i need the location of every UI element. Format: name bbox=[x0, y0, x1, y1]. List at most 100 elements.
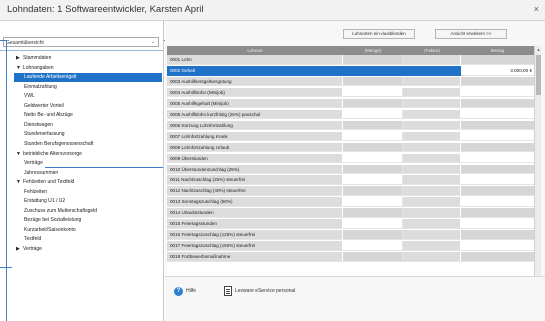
cell-faktor[interactable] bbox=[403, 76, 461, 87]
help-icon[interactable]: ? bbox=[174, 287, 183, 296]
collapsed-arrow-icon[interactable]: ▶ bbox=[16, 54, 20, 63]
eservice-link[interactable]: Lexware eService personal bbox=[235, 288, 295, 294]
table-row[interactable]: 0008 Lohnfortzahlung Urlaub bbox=[167, 142, 534, 153]
cell-betrag[interactable] bbox=[461, 55, 534, 65]
sidebar-item[interactable]: Dienstwagen bbox=[0, 121, 162, 130]
cell-betrag[interactable] bbox=[461, 164, 534, 175]
cell-menge[interactable] bbox=[343, 87, 403, 98]
cell-lohnart[interactable]: 0015 Feiertagsstunden bbox=[167, 219, 343, 229]
cell-menge[interactable] bbox=[343, 252, 403, 262]
cell-lohnart[interactable]: 0007 Lohnfortzahlung Krank bbox=[167, 131, 343, 142]
cell-faktor[interactable] bbox=[403, 230, 461, 240]
table-row[interactable]: 0015 Feiertagsstunden bbox=[167, 219, 534, 229]
table-row[interactable]: 0005 Aushilfsgehalt (Minijob) bbox=[167, 98, 534, 109]
document-icon[interactable] bbox=[224, 286, 232, 296]
cell-menge[interactable] bbox=[343, 142, 403, 153]
cell-lohnart[interactable]: 0018 Fortbewerbsmaßnahme bbox=[167, 252, 343, 262]
table-row[interactable]: 0009 Überstunden bbox=[167, 153, 534, 164]
cell-faktor[interactable] bbox=[403, 164, 461, 175]
grid-scrollbar[interactable]: ▲ ▼ bbox=[534, 46, 541, 296]
cell-lohnart[interactable]: 0005 Aushilfsgehalt (Minijob) bbox=[167, 98, 343, 109]
cell-betrag[interactable] bbox=[461, 131, 534, 142]
table-row[interactable]: 0002 Gehalt 3.000,00 € bbox=[167, 65, 534, 76]
sidebar-item[interactable]: Kurzarbeit/Saisonkonto bbox=[0, 226, 162, 235]
cell-lohnart[interactable]: 0017 Feiertagszuschlag (150%) steuerfrei bbox=[167, 241, 343, 251]
cell-betrag[interactable] bbox=[461, 186, 534, 196]
cell-betrag[interactable] bbox=[461, 219, 534, 229]
sidebar-item[interactable]: Erstattung U1 / U2 bbox=[0, 197, 162, 206]
sidebar-item[interactable]: ▶ Stammdaten bbox=[0, 54, 162, 63]
sidebar-item[interactable]: Jahressummen bbox=[0, 169, 162, 178]
cell-menge[interactable] bbox=[343, 120, 403, 131]
cell-faktor[interactable] bbox=[403, 252, 461, 262]
cell-lohnart[interactable]: 0004 Aushilfslohn (Minijob) bbox=[167, 87, 343, 98]
sidebar-item[interactable]: ▶ Verträge bbox=[0, 245, 162, 254]
sidebar-item[interactable]: Stundenerfassung bbox=[0, 130, 162, 139]
sidebar-item[interactable]: Fehlzeiten bbox=[0, 188, 162, 197]
cell-betrag[interactable] bbox=[461, 87, 534, 98]
table-row[interactable]: 0011 Nachtzuschlag (25%) steuerfrei bbox=[167, 175, 534, 186]
cell-betrag[interactable] bbox=[461, 109, 534, 120]
close-icon[interactable]: × bbox=[534, 4, 539, 14]
cell-menge[interactable] bbox=[343, 109, 403, 120]
cell-betrag[interactable] bbox=[461, 76, 534, 87]
cell-betrag[interactable]: 3.000,00 € bbox=[461, 65, 534, 76]
toggle-lohnarten-button[interactable]: Lohnarten ein-/ausblenden bbox=[343, 29, 415, 39]
column-header-betrag[interactable]: Betrag bbox=[461, 46, 534, 55]
table-row[interactable]: 0012 Nachtzuschlag (40%) steuerfrei bbox=[167, 186, 534, 196]
cell-menge[interactable] bbox=[343, 76, 403, 87]
cell-menge[interactable] bbox=[343, 55, 403, 65]
cell-faktor[interactable] bbox=[403, 142, 461, 153]
cell-lohnart[interactable]: 0006 Aushilfslohn kurzfristig (25%) paus… bbox=[167, 109, 343, 120]
cell-faktor[interactable] bbox=[403, 153, 461, 164]
column-header-faktor[interactable]: (Faktor) bbox=[403, 46, 461, 55]
sidebar-item[interactable]: Einmalzahlung bbox=[0, 83, 162, 92]
cell-faktor[interactable] bbox=[403, 87, 461, 98]
cell-betrag[interactable] bbox=[461, 142, 534, 153]
table-row[interactable]: 0001 Lohn bbox=[167, 55, 534, 65]
sidebar-item[interactable]: ▼ Lohnangaben bbox=[0, 64, 162, 73]
sidebar-item[interactable]: Netto Be- und Abzüge bbox=[0, 111, 162, 120]
cell-menge[interactable] bbox=[343, 241, 403, 251]
cell-lohnart[interactable]: 0011 Nachtzuschlag (25%) steuerfrei bbox=[167, 175, 343, 186]
cell-lohnart[interactable]: 0002 Gehalt bbox=[167, 65, 343, 76]
cell-menge[interactable] bbox=[343, 197, 403, 207]
table-row[interactable]: 0017 Feiertagszuschlag (150%) steuerfrei bbox=[167, 241, 534, 251]
table-row[interactable]: 0016 Feiertagszuschlag (125%) steuerfrei bbox=[167, 230, 534, 240]
table-row[interactable]: 0013 Sonntagszuschlag (50%) bbox=[167, 197, 534, 207]
collapsed-arrow-icon[interactable]: ▶ bbox=[16, 245, 20, 254]
cell-lohnart[interactable]: 0008 Lohnfortzahlung Urlaub bbox=[167, 142, 343, 153]
cell-menge[interactable] bbox=[343, 65, 403, 76]
cell-faktor[interactable] bbox=[403, 241, 461, 251]
cell-menge[interactable] bbox=[343, 230, 403, 240]
cell-betrag[interactable] bbox=[461, 252, 534, 262]
cell-lohnart[interactable]: 0016 Feiertagszuschlag (125%) steuerfrei bbox=[167, 230, 343, 240]
cell-lohnart[interactable]: 0014 Urlaubsstunden bbox=[167, 208, 343, 218]
cell-lohnart[interactable]: 0013 Sonntagszuschlag (50%) bbox=[167, 197, 343, 207]
cell-betrag[interactable] bbox=[461, 153, 534, 164]
cell-menge[interactable] bbox=[343, 175, 403, 186]
cell-lohnart[interactable]: 0001 Lohn bbox=[167, 55, 343, 65]
cell-lohnart[interactable]: 0006 Kürzung Lohnfortzahlung bbox=[167, 120, 343, 131]
cell-menge[interactable] bbox=[343, 131, 403, 142]
cell-betrag[interactable] bbox=[461, 175, 534, 186]
table-row[interactable]: 0010 Überstundenzuschlag (25%) bbox=[167, 164, 534, 175]
table-row[interactable]: 0006 Kürzung Lohnfortzahlung bbox=[167, 120, 534, 131]
view-select[interactable]: Gesamtübersicht ⌄ bbox=[3, 37, 159, 47]
column-header-lohnart[interactable]: Lohnart bbox=[167, 46, 343, 55]
cell-betrag[interactable] bbox=[461, 197, 534, 207]
cell-betrag[interactable] bbox=[461, 98, 534, 109]
sidebar-item[interactable]: Textfeld bbox=[0, 235, 162, 244]
sidebar-item[interactable]: Laufende Arbeitsentgelt bbox=[14, 73, 162, 83]
cell-faktor[interactable] bbox=[403, 98, 461, 109]
expanded-arrow-icon[interactable]: ▼ bbox=[16, 150, 21, 159]
table-row[interactable]: 0006 Aushilfslohn kurzfristig (25%) paus… bbox=[167, 109, 534, 120]
cell-lohnart[interactable]: 0012 Nachtzuschlag (40%) steuerfrei bbox=[167, 186, 343, 196]
cell-menge[interactable] bbox=[343, 186, 403, 196]
cell-faktor[interactable] bbox=[403, 55, 461, 65]
expanded-arrow-icon[interactable]: ▼ bbox=[16, 64, 21, 73]
cell-betrag[interactable] bbox=[461, 230, 534, 240]
sidebar-item[interactable]: Bezüge bei Sozialleistung bbox=[0, 216, 162, 225]
table-row[interactable]: 0014 Urlaubsstunden bbox=[167, 208, 534, 218]
sidebar-item[interactable]: Zuschuss zum Mutterschaftsgeld bbox=[0, 207, 162, 216]
